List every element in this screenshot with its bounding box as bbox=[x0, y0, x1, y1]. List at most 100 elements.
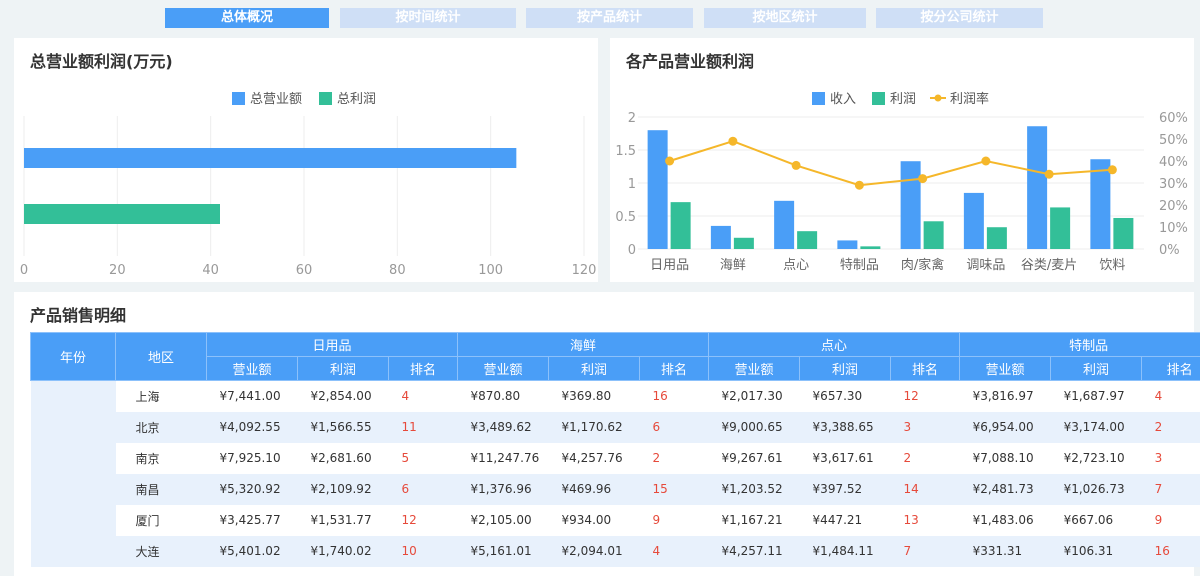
x-tick-label: 海鲜 bbox=[720, 258, 746, 273]
rank-cell: 3 bbox=[890, 411, 960, 443]
bar-profit bbox=[797, 231, 818, 249]
product-revenue-profit-panel: 各产品营业额利润 收入 利润 利润率 0 0.5 1 1.5 2 0% 10% 20% 30% 40% 5… bbox=[610, 38, 1194, 282]
x-tick-label: 40 bbox=[202, 263, 219, 278]
bar-revenue bbox=[963, 192, 984, 249]
value-cell: ¥4,257.11 bbox=[708, 535, 800, 567]
value-cell: ¥870.80 bbox=[457, 380, 549, 412]
bar-profit bbox=[986, 227, 1007, 249]
value-cell: ¥5,401.02 bbox=[206, 535, 298, 567]
bar-profit bbox=[670, 202, 691, 249]
y2-tick-label: 30% bbox=[1159, 177, 1188, 192]
value-cell: ¥331.31 bbox=[959, 535, 1051, 567]
bar-profit bbox=[1050, 207, 1071, 249]
tab-by-region[interactable]: 按地区统计 bbox=[704, 8, 866, 28]
rate-point bbox=[791, 160, 801, 170]
bar-revenue bbox=[647, 130, 668, 249]
x-tick-label: 20 bbox=[109, 263, 126, 278]
y-tick-label: 1 bbox=[628, 177, 636, 192]
sub-header: 利润 bbox=[1050, 356, 1143, 381]
rank-cell: 4 bbox=[388, 380, 458, 412]
bar-profit bbox=[860, 246, 881, 249]
value-cell: ¥469.96 bbox=[548, 473, 640, 505]
rank-cell: 14 bbox=[890, 473, 960, 505]
col-region: 地区 bbox=[115, 332, 207, 381]
nav-tabs: 总体概况 按时间统计 按产品统计 按地区统计 按分公司统计 bbox=[0, 8, 1200, 28]
y2-tick-label: 10% bbox=[1159, 221, 1188, 236]
rate-point bbox=[918, 174, 928, 184]
y2-tick-label: 20% bbox=[1159, 199, 1188, 214]
value-cell: ¥1,170.62 bbox=[548, 411, 640, 443]
rank-cell: 13 bbox=[890, 504, 960, 536]
tab-by-product[interactable]: 按产品统计 bbox=[526, 8, 693, 28]
x-tick-label: 饮料 bbox=[1099, 258, 1125, 273]
x-tick-label: 日用品 bbox=[650, 258, 689, 273]
rank-cell: 4 bbox=[639, 535, 709, 567]
y2-tick-label: 40% bbox=[1159, 155, 1188, 170]
value-cell: ¥7,925.10 bbox=[206, 442, 298, 474]
value-cell: ¥3,816.97 bbox=[959, 380, 1051, 412]
panel-title: 产品销售明细 bbox=[30, 306, 127, 325]
value-cell: ¥1,483.06 bbox=[959, 504, 1051, 536]
tab-overview[interactable]: 总体概况 bbox=[165, 8, 329, 28]
value-cell: ¥9,000.65 bbox=[708, 411, 800, 443]
legend-swatch-profit bbox=[319, 92, 332, 105]
bar-revenue bbox=[710, 225, 731, 249]
table-row: 北京 ¥4,092.55 ¥1,566.55 11 ¥3,489.62 ¥1,170.62… bbox=[31, 411, 1200, 443]
y2-tick-label: 0% bbox=[1159, 243, 1180, 258]
sub-header: 营业额 bbox=[959, 356, 1052, 381]
rank-cell: 10 bbox=[388, 535, 458, 567]
sub-header: 营业额 bbox=[708, 356, 801, 381]
rank-cell: 2 bbox=[639, 442, 709, 474]
rate-point bbox=[981, 156, 991, 166]
legend-label: 收入 bbox=[830, 92, 856, 107]
sub-header: 排名 bbox=[639, 356, 710, 381]
value-cell: ¥3,425.77 bbox=[206, 504, 298, 536]
group-header: 日用品 bbox=[205, 332, 459, 357]
rank-cell: 15 bbox=[639, 473, 709, 505]
tab-by-branch[interactable]: 按分公司统计 bbox=[876, 8, 1043, 28]
x-tick-label: 特制品 bbox=[840, 258, 879, 273]
rank-cell: 7 bbox=[1141, 473, 1200, 505]
sub-header: 排名 bbox=[387, 356, 459, 381]
sub-header: 排名 bbox=[890, 356, 961, 381]
x-tick-label: 80 bbox=[389, 263, 406, 278]
value-cell: ¥3,174.00 bbox=[1050, 411, 1142, 443]
value-cell: ¥6,954.00 bbox=[959, 411, 1051, 443]
sub-header: 利润 bbox=[799, 356, 892, 381]
region-cell: 南昌 bbox=[115, 473, 207, 505]
y-tick-label: 1.5 bbox=[615, 144, 636, 159]
region-cell: 南京 bbox=[115, 442, 207, 474]
value-cell: ¥1,531.77 bbox=[297, 504, 389, 536]
x-tick-label: 120 bbox=[572, 263, 597, 278]
value-cell: ¥5,320.92 bbox=[206, 473, 298, 505]
value-cell: ¥5,161.01 bbox=[457, 535, 549, 567]
bar-profit bbox=[733, 237, 754, 249]
value-cell: ¥2,723.10 bbox=[1050, 442, 1142, 474]
total-revenue-profit-panel: 总营业额利润(万元) 总营业额 总利润 0 20 40 60 80 100 120 bbox=[14, 38, 598, 282]
value-cell: ¥1,026.73 bbox=[1050, 473, 1142, 505]
y-tick-label: 2 bbox=[628, 111, 636, 126]
bar-revenue bbox=[774, 200, 795, 249]
value-cell: ¥7,441.00 bbox=[206, 380, 298, 412]
legend-swatch-revenue bbox=[812, 92, 825, 105]
group-header: 海鲜 bbox=[457, 332, 710, 357]
region-cell: 大连 bbox=[115, 535, 207, 567]
rank-cell: 2 bbox=[890, 442, 960, 474]
sub-header: 排名 bbox=[1141, 356, 1200, 381]
legend-label: 利润 bbox=[890, 92, 916, 107]
table-row: 南昌 ¥5,320.92 ¥2,109.92 6 ¥1,376.96 ¥469.96 15 ¥… bbox=[31, 473, 1200, 505]
y2-tick-label: 50% bbox=[1159, 133, 1188, 148]
value-cell: ¥1,740.02 bbox=[297, 535, 389, 567]
legend-label: 利润率 bbox=[950, 91, 989, 107]
value-cell: ¥2,681.60 bbox=[297, 442, 389, 474]
rank-cell: 9 bbox=[1141, 504, 1200, 536]
bar-revenue bbox=[900, 161, 921, 249]
value-cell: ¥2,094.01 bbox=[548, 535, 640, 567]
value-cell: ¥4,257.76 bbox=[548, 442, 640, 474]
value-cell: ¥667.06 bbox=[1050, 504, 1142, 536]
group-header: 特制品 bbox=[959, 332, 1200, 357]
tab-by-time[interactable]: 按时间统计 bbox=[340, 8, 516, 28]
value-cell: ¥1,376.96 bbox=[457, 473, 549, 505]
x-tick-label: 0 bbox=[20, 263, 28, 278]
rate-point bbox=[665, 156, 675, 166]
